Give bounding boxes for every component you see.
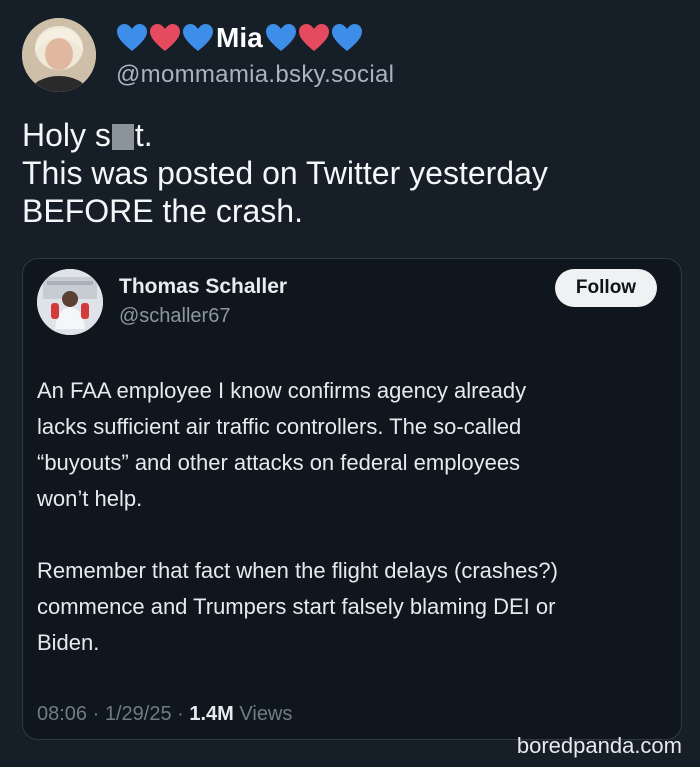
meta-separator: ·: [92, 703, 105, 725]
quoted-text-line: Biden.: [37, 630, 100, 655]
quoted-author-name[interactable]: Thomas Schaller: [119, 275, 287, 299]
red-heart-icon: [298, 24, 329, 51]
post-text-fragment: Holy s: [22, 117, 111, 153]
quoted-author-handle[interactable]: @schaller67: [119, 305, 230, 328]
author-name-row: Mia: [116, 21, 394, 55]
quoted-text-line: Remember that fact when the flight delay…: [37, 558, 558, 583]
post-time[interactable]: 08:06: [37, 703, 87, 725]
quoted-post-card[interactable]: Thomas Schaller @schaller67 Follow An FA…: [22, 258, 682, 740]
post: Mia @mommamia.bsky.social Holy s t. This …: [0, 0, 700, 767]
blue-heart-icon: [265, 24, 296, 51]
post-text: Holy s t. This was posted on Twitter yest…: [22, 116, 682, 230]
author-info: Mia @mommamia.bsky.social: [116, 21, 394, 89]
post-text-line: Holy s t.: [22, 116, 682, 154]
quoted-post-text: An FAA employee I know confirms agency a…: [37, 373, 667, 661]
red-heart-icon: [150, 24, 180, 51]
quoted-text-line: “buyouts” and other attacks on federal e…: [37, 450, 521, 475]
heart-group-right: [265, 23, 363, 53]
follow-button[interactable]: Follow: [555, 269, 657, 307]
censor-bar: [111, 124, 134, 150]
quoted-text-line: commence and Trumpers start falsely blam…: [37, 594, 556, 619]
post-date[interactable]: 1/29/25: [105, 703, 172, 725]
meta-separator: ·: [177, 703, 190, 725]
avatar[interactable]: [22, 18, 96, 92]
quoted-text-line: lacks sufficient air traffic controllers…: [37, 414, 522, 439]
post-header: Mia @mommamia.bsky.social: [22, 18, 394, 92]
quoted-paragraph-2: Remember that fact when the flight delay…: [37, 553, 667, 661]
watermark: boredpanda.com: [516, 733, 682, 758]
heart-group-left: [116, 23, 214, 53]
views-count: 1.4M: [189, 703, 234, 725]
blue-heart-icon: [117, 24, 147, 51]
author-handle[interactable]: @mommamia.bsky.social: [116, 61, 394, 89]
post-text-line: BEFORE the crash.: [22, 193, 303, 229]
quoted-author-avatar[interactable]: [37, 269, 103, 335]
quoted-paragraph-1: An FAA employee I know confirms agency a…: [37, 373, 667, 517]
quoted-text-line: won’t help.: [37, 486, 143, 511]
post-text-line: This was posted on Twitter yesterday: [22, 155, 548, 191]
blue-heart-icon: [183, 24, 213, 51]
blue-heart-icon: [331, 24, 362, 51]
quoted-post-meta: 08:06 · 1/29/25 · 1.4M Views: [37, 703, 292, 726]
views-label: Views: [239, 703, 293, 725]
author-display-name[interactable]: Mia: [216, 21, 263, 55]
quoted-text-line: An FAA employee I know confirms agency a…: [37, 378, 527, 403]
post-text-fragment: t.: [134, 117, 153, 153]
